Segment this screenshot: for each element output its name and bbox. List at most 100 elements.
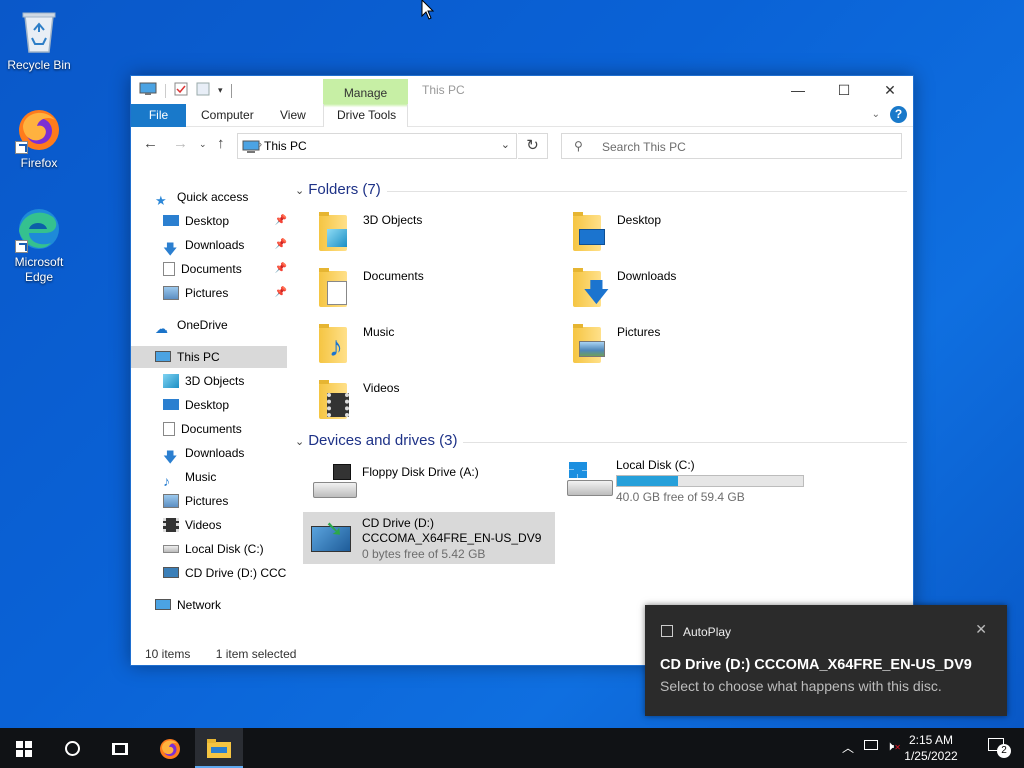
nav-item-downloads[interactable]: 🡇 Downloads <box>163 442 287 464</box>
nav-item-local-disk[interactable]: Local Disk (C:) <box>163 538 287 560</box>
nav-item-quick-access[interactable]: ★ Quick access <box>155 186 285 208</box>
recent-locations-chevron-icon[interactable]: ⌄ <box>199 139 207 150</box>
nav-item-documents[interactable]: Documents <box>163 418 287 440</box>
taskbar-file-explorer[interactable] <box>195 728 243 768</box>
show-hidden-icons-chevron-icon[interactable]: ︿ <box>842 739 854 756</box>
folder-downloads[interactable]: 🡇 Downloads <box>567 265 807 317</box>
nav-item-desktop-pinned[interactable]: Desktop 📌 <box>163 210 287 232</box>
forward-arrow-icon[interactable]: → <box>173 135 188 152</box>
drive-local-disk[interactable]: Local Disk (C:) 40.0 GB free of 59.4 GB <box>563 458 863 504</box>
nav-item-cd-drive[interactable]: CD Drive (D:) CCCOMA_X64FRE_EN-US_DV9 <box>163 562 287 584</box>
address-bar[interactable]: › This PC ⌄ <box>237 133 517 159</box>
folder-documents-icon <box>313 265 357 311</box>
folder-desktop[interactable]: Desktop <box>567 209 807 261</box>
nav-label: Documents <box>181 422 242 436</box>
nav-item-pictures[interactable]: Pictures <box>163 490 287 512</box>
customize-toolbar-icon[interactable]: ▾ <box>218 85 223 96</box>
pin-icon[interactable]: 📌 <box>275 234 287 256</box>
up-arrow-icon[interactable]: ↑ <box>217 135 225 152</box>
refresh-button[interactable]: ↻ <box>518 133 548 159</box>
devices-group-header[interactable]: ⌄ Devices and drives (3) <box>295 432 457 449</box>
music-note-icon: ♪ <box>163 472 170 488</box>
system-tray: ︿ 🕨✕ 2:15 AM 1/25/2022 2 <box>824 728 1024 768</box>
nav-item-desktop[interactable]: Desktop <box>163 394 287 416</box>
nav-item-onedrive[interactable]: ☁ OneDrive <box>155 314 285 336</box>
start-button[interactable] <box>0 728 48 768</box>
breadcrumb[interactable]: This PC <box>264 139 307 153</box>
task-view-icon <box>112 742 128 755</box>
cloud-icon: ☁ <box>155 320 168 336</box>
selection-count: 1 item selected <box>215 647 297 661</box>
group-divider <box>387 191 907 192</box>
pin-icon[interactable]: 📌 <box>275 282 287 304</box>
search-button[interactable] <box>48 728 96 768</box>
folders-group-header[interactable]: ⌄ Folders (7) <box>295 181 381 198</box>
computer-icon <box>139 82 157 99</box>
folder-music[interactable]: ♪ Music <box>313 321 553 373</box>
close-icon[interactable]: ✕ <box>975 621 987 638</box>
nav-item-network[interactable]: Network <box>155 594 285 616</box>
title-bar[interactable]: ▾ Manage This PC — ☐ ✕ <box>131 76 913 107</box>
disk-usage-fill <box>617 476 679 486</box>
desktop-icon <box>163 399 179 411</box>
desktop-icon-recycle-bin[interactable]: Recycle Bin <box>1 8 77 73</box>
close-button[interactable]: ✕ <box>867 76 913 104</box>
nav-item-music[interactable]: ♪ Music <box>163 466 287 488</box>
hard-drive-icon <box>163 544 179 553</box>
file-explorer-window: ▾ Manage This PC — ☐ ✕ File Computer Vie… <box>130 75 914 666</box>
item-count: 10 items <box>145 647 191 661</box>
breadcrumb-separator-icon: › <box>259 139 262 149</box>
nav-item-this-pc[interactable]: This PC <box>131 346 287 368</box>
nav-label: Network <box>177 598 222 612</box>
edge-icon <box>15 205 63 253</box>
drive-cd[interactable]: ➘ CD Drive (D:) CCCOMA_X64FRE_EN-US_DV9 … <box>303 512 555 564</box>
tab-computer[interactable]: Computer <box>201 104 254 127</box>
folder-videos[interactable]: Videos <box>313 377 553 429</box>
maximize-button[interactable]: ☐ <box>821 76 867 104</box>
folder-name: Music <box>363 325 395 339</box>
nav-item-downloads-pinned[interactable]: 🡇 Downloads 📌 <box>163 234 287 256</box>
task-view-button[interactable] <box>96 728 144 768</box>
folder-documents[interactable]: Documents <box>313 265 553 317</box>
star-icon: ★ <box>155 192 167 208</box>
help-button[interactable]: ? <box>890 106 907 123</box>
network-icon[interactable] <box>864 740 878 750</box>
tab-drive-tools[interactable]: Drive Tools <box>337 104 396 127</box>
clock-time: 2:15 AM <box>908 733 954 747</box>
desktop-icon-edge[interactable]: Microsoft Edge <box>1 205 77 285</box>
pictures-icon <box>163 493 179 508</box>
folder-3d-objects[interactable]: 3D Objects <box>313 209 553 261</box>
nav-item-pictures-pinned[interactable]: Pictures 📌 <box>163 282 287 304</box>
cube-icon <box>163 373 179 388</box>
minimize-button[interactable]: — <box>775 76 821 104</box>
folder-pictures[interactable]: Pictures <box>567 321 807 373</box>
new-folder-icon[interactable] <box>196 82 210 99</box>
tab-file[interactable]: File <box>131 104 186 127</box>
properties-icon[interactable] <box>174 82 188 99</box>
back-arrow-icon[interactable]: ← <box>143 135 158 152</box>
nav-item-3d-objects[interactable]: 3D Objects <box>163 370 287 392</box>
shortcut-arrow-icon <box>15 240 28 253</box>
document-icon <box>163 421 175 436</box>
expand-ribbon-icon[interactable]: ⌄ <box>872 109 880 120</box>
nav-item-documents-pinned[interactable]: Documents 📌 <box>163 258 287 280</box>
nav-label: OneDrive <box>177 318 228 332</box>
action-center-button[interactable]: 2 <box>988 736 1011 758</box>
desktop-icon-firefox[interactable]: Firefox <box>1 106 77 171</box>
pin-icon[interactable]: 📌 <box>275 258 287 280</box>
clock[interactable]: 2:15 AM 1/25/2022 <box>896 732 966 764</box>
autoplay-notification[interactable]: AutoPlay ✕ CD Drive (D:) CCCOMA_X64FRE_E… <box>645 605 1007 716</box>
taskbar-firefox[interactable] <box>146 728 194 768</box>
address-dropdown-icon[interactable]: ⌄ <box>501 138 510 151</box>
tab-view[interactable]: View <box>280 104 306 127</box>
group-title: Folders (7) <box>308 181 381 198</box>
nav-item-videos[interactable]: Videos <box>163 514 287 536</box>
desktop-icon-label: Microsoft Edge <box>14 255 64 284</box>
drive-floppy[interactable]: Floppy Disk Drive (A:) <box>309 460 549 506</box>
notification-body: Select to choose what happens with this … <box>660 678 942 694</box>
pin-icon[interactable]: 📌 <box>275 210 287 232</box>
manage-tab[interactable]: Manage <box>323 79 408 107</box>
drive-volume-label: CCCOMA_X64FRE_EN-US_DV9 <box>362 531 542 545</box>
search-placeholder: Search This PC <box>602 140 686 154</box>
search-input[interactable]: ⚲ Search This PC <box>561 133 902 159</box>
